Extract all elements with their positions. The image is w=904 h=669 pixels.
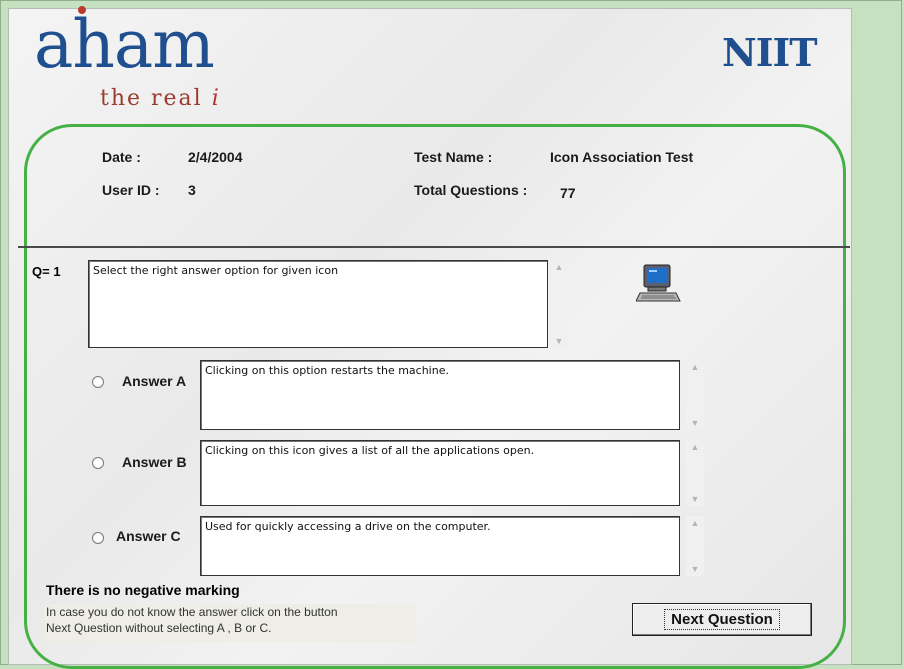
answer-b-radio[interactable] [92,457,104,469]
next-question-button[interactable]: Next Question [632,603,812,636]
next-question-label: Next Question [664,609,780,630]
tagline-i: i [211,86,221,111]
total-questions-value: 77 [560,185,576,201]
date-value: 2/4/2004 [188,149,243,165]
computer-icon [635,263,682,310]
scroll-down-icon[interactable]: ▼ [691,416,700,430]
question-scrollbar[interactable]: ▲ ▼ [550,260,568,348]
instructions-line-1: In case you do not know the answer click… [46,605,338,619]
scroll-down-icon[interactable]: ▼ [691,492,700,506]
scroll-up-icon[interactable]: ▲ [691,440,700,454]
instructions-note: In case you do not know the answer click… [44,604,416,642]
logo-dot [78,6,86,14]
answer-a-radio[interactable] [92,376,104,388]
tagline-text: the real [100,86,203,111]
total-questions-label: Total Questions : [414,182,528,198]
instructions-line-2: Next Question without selecting A , B or… [46,621,272,635]
scroll-up-icon[interactable]: ▲ [555,260,564,274]
answer-b-label: Answer B [122,454,187,470]
answer-c-radio[interactable] [92,532,104,544]
userid-label: User ID : [102,182,160,198]
niit-logo: NIIT [722,30,818,75]
testname-value: Icon Association Test [550,149,694,165]
answer-a-label: Answer A [122,373,187,389]
answer-a-text-box[interactable]: Clicking on this option restarts the mac… [200,360,680,430]
scroll-up-icon[interactable]: ▲ [691,516,700,530]
scroll-down-icon[interactable]: ▼ [691,562,700,576]
answer-b-text-box[interactable]: Clicking on this icon gives a list of al… [200,440,680,506]
testname-label: Test Name : [414,149,493,165]
negative-marking-note: There is no negative marking [46,582,240,598]
answer-c-label: Answer C [116,528,181,544]
scroll-up-icon[interactable]: ▲ [691,360,700,374]
section-divider [18,246,850,248]
answer-a-scrollbar[interactable]: ▲ ▼ [686,360,704,430]
date-label: Date : [102,149,141,165]
answer-c-scrollbar[interactable]: ▲ ▼ [686,516,704,576]
userid-value: 3 [188,182,196,198]
aham-logo: aham [34,6,215,83]
scroll-down-icon[interactable]: ▼ [555,334,564,348]
answer-c-text-box[interactable]: Used for quickly accessing a drive on th… [200,516,680,576]
tagline: the real i [100,86,221,111]
question-text-box[interactable]: Select the right answer option for given… [88,260,548,348]
question-number: Q= 1 [32,264,61,279]
answer-b-scrollbar[interactable]: ▲ ▼ [686,440,704,506]
